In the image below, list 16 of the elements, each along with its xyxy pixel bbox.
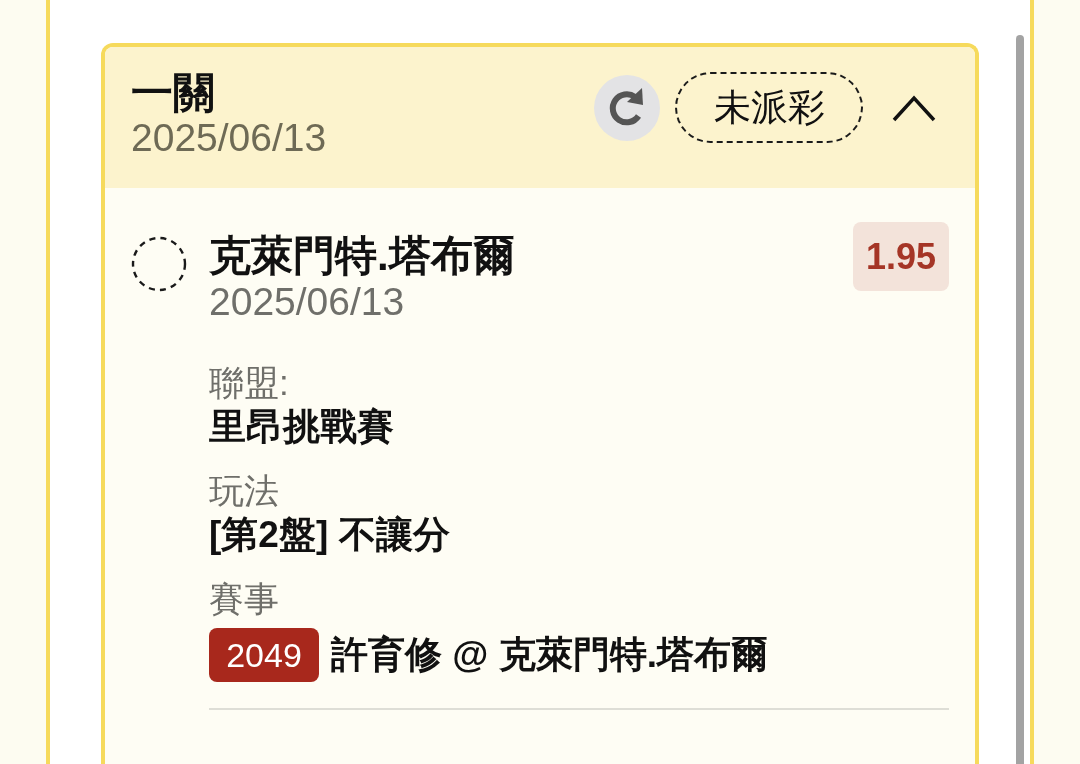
dashed-circle-icon: [131, 236, 187, 292]
detail-label: 玩法: [209, 470, 280, 512]
selection-date: 2025/06/13: [209, 280, 406, 324]
detail-label: 聯盟:: [209, 362, 290, 404]
odds-badge: 1.95: [852, 222, 949, 291]
selection-name: 克萊門特.塔布爾: [209, 232, 516, 280]
parlay-title: 一關: [131, 69, 216, 117]
detail-value: [第2盤] 不讓分: [209, 513, 451, 557]
refresh-icon[interactable]: [594, 74, 660, 141]
scrollbar-thumb[interactable]: [1016, 35, 1024, 764]
status-tag: 未派彩: [675, 72, 863, 143]
detail-value: 里昂挑戰賽: [209, 405, 395, 449]
match-teams: 許育修 @ 克萊門特.塔布爾: [331, 633, 768, 677]
detail-label: 賽事: [209, 578, 280, 620]
match-number-badge: 2049: [209, 628, 319, 682]
parlay-date: 2025/06/13: [131, 117, 327, 159]
